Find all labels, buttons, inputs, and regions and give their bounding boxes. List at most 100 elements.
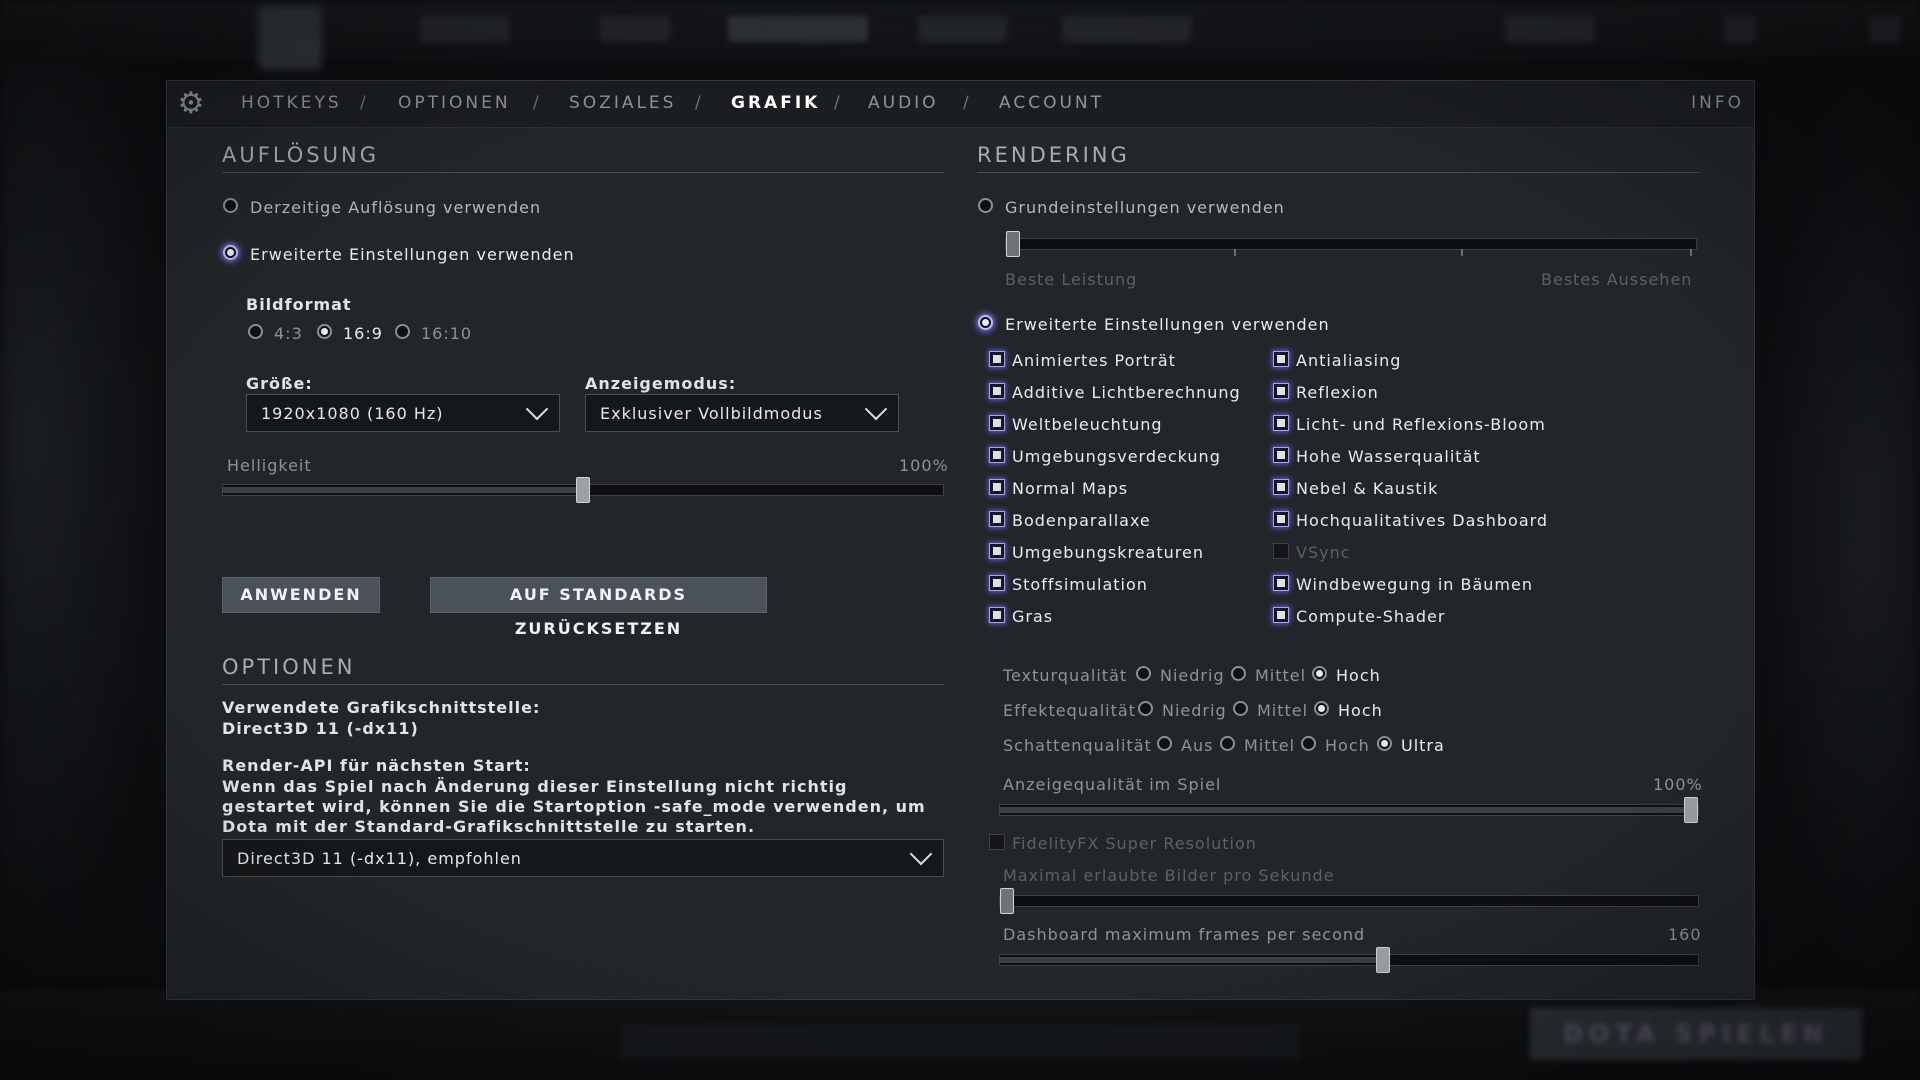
shadow-off-radio[interactable] [1157,736,1172,751]
use-basic-rendering-radio[interactable] [978,198,993,213]
aspect-16-10-radio[interactable] [395,324,410,339]
render-option-label: Weltbeleuchtung [1012,415,1163,434]
render-option-checkbox[interactable] [1273,511,1289,527]
use-current-resolution-radio[interactable] [223,198,238,213]
render-option-checkbox[interactable] [1273,479,1289,495]
max-fps-slider[interactable] [999,888,1699,914]
apply-button[interactable]: ANWENDEN [222,577,380,613]
size-label: Größe: [246,374,313,393]
dashboard-fps-slider-knob[interactable] [1376,947,1391,973]
render-option-label: Bodenparallaxe [1012,511,1151,530]
effect-medium-radio[interactable] [1233,701,1248,716]
effect-quality-label: Effektequalität [1003,701,1136,720]
reset-defaults-button[interactable]: AUF STANDARDS ZURÜCKSETZEN [430,577,767,638]
use-advanced-rendering-radio[interactable] [978,315,993,330]
tab-graphics[interactable]: GRAFIK [731,93,820,113]
tab-options[interactable]: OPTIONEN [398,93,511,113]
render-option-label: Antialiasing [1296,351,1402,370]
effect-high-label: Hoch [1338,701,1383,720]
render-option-checkbox[interactable] [989,479,1005,495]
render-option-checkbox[interactable] [1273,575,1289,591]
render-option-checkbox[interactable] [1273,383,1289,399]
dota-logo [258,6,322,70]
settings-panel: ⚙ HOTKEYS / OPTIONEN / SOZIALES / GRAFIK… [166,80,1755,1000]
render-option-checkbox[interactable] [1273,351,1289,367]
performance-preset-knob[interactable] [1006,231,1020,257]
max-fps-slider-knob[interactable] [1000,888,1014,914]
render-option-checkbox[interactable] [1273,607,1289,623]
use-advanced-resolution-label: Erweiterte Einstellungen verwenden [250,245,575,264]
texture-high-label: Hoch [1336,666,1381,685]
render-option-label: Hochqualitatives Dashboard [1296,511,1549,530]
chat-bar [620,1024,1300,1058]
effect-low-radio[interactable] [1138,701,1153,716]
texture-low-label: Niedrig [1160,666,1225,685]
render-option-checkbox[interactable] [989,415,1005,431]
size-value: 1920x1080 (160 Hz) [261,404,444,423]
use-advanced-rendering-label: Erweiterte Einstellungen verwenden [1005,315,1330,334]
texture-medium-radio[interactable] [1231,666,1246,681]
background-right [1755,60,1920,990]
render-quality-label: Anzeigequalität im Spiel [1003,775,1222,794]
display-mode-dropdown[interactable]: Exklusiver Vollbildmodus [585,394,899,432]
chevron-down-icon [525,397,549,421]
render-option-checkbox[interactable] [989,543,1005,559]
tab-account[interactable]: ACCOUNT [999,93,1104,113]
tab-social[interactable]: SOZIALES [569,93,676,113]
use-advanced-resolution-radio[interactable] [223,245,238,260]
render-quality-slider[interactable] [999,797,1699,823]
render-option-checkbox[interactable] [989,447,1005,463]
divider [977,172,1699,173]
render-quality-slider-knob[interactable] [1684,797,1698,823]
slider-tick [1461,249,1463,256]
dashboard-fps-slider[interactable] [999,947,1699,973]
tab-info[interactable]: INFO [1691,93,1744,113]
render-option-label: Hohe Wasserqualität [1296,447,1481,466]
render-option-checkbox[interactable] [1273,415,1289,431]
texture-low-radio[interactable] [1136,666,1151,681]
texture-quality-label: Texturqualität [1003,666,1128,685]
background-left [0,60,166,990]
render-option-label: Umgebungskreaturen [1012,543,1204,562]
texture-high-radio[interactable] [1312,666,1327,681]
shadow-high-radio[interactable] [1301,736,1316,751]
render-api-value: Direct3D 11 (-dx11), empfohlen [237,849,522,868]
resolution-title: AUFLÖSUNG [222,143,379,167]
aspect-4-3-label: 4:3 [274,324,303,343]
dashboard-fps-slider-fill [1000,957,1384,963]
effect-high-radio[interactable] [1314,701,1329,716]
render-option-checkbox[interactable] [989,511,1005,527]
performance-preset-slider[interactable] [1005,231,1697,257]
dashboard-fps-label: Dashboard maximum frames per second [1003,925,1366,944]
tab-audio[interactable]: AUDIO [868,93,939,113]
fsr-checkbox[interactable] [989,834,1005,850]
display-mode-value: Exklusiver Vollbildmodus [600,404,823,423]
play-dota-button[interactable]: DOTA SPIELEN [1530,1008,1862,1060]
best-looking-label: Bestes Aussehen [1541,270,1693,289]
render-option-checkbox[interactable] [1273,543,1289,559]
aspect-16-9-radio[interactable] [317,324,332,339]
size-dropdown[interactable]: 1920x1080 (160 Hz) [246,394,560,432]
brightness-slider[interactable] [222,477,944,503]
rendering-title: RENDERING [977,143,1130,167]
shadow-medium-radio[interactable] [1220,736,1235,751]
brightness-slider-knob[interactable] [576,477,590,503]
slider-tick [1690,249,1692,256]
effect-low-label: Niedrig [1162,701,1227,720]
render-option-checkbox[interactable] [1273,447,1289,463]
render-option-label: Umgebungsverdeckung [1012,447,1221,466]
chevron-down-icon [909,842,933,866]
brightness-label: Helligkeit [227,456,312,475]
render-option-checkbox[interactable] [989,351,1005,367]
gear-icon[interactable]: ⚙ [175,88,207,120]
tab-hotkeys[interactable]: HOTKEYS [241,93,342,113]
aspect-ratio-label: Bildformat [246,295,352,314]
render-option-checkbox[interactable] [989,575,1005,591]
aspect-4-3-radio[interactable] [248,324,263,339]
render-api-dropdown[interactable]: Direct3D 11 (-dx11), empfohlen [222,839,944,877]
render-option-checkbox[interactable] [989,383,1005,399]
max-fps-label: Maximal erlaubte Bilder pro Sekunde [1003,866,1335,885]
use-basic-rendering-label: Grundeinstellungen verwenden [1005,198,1285,217]
render-option-checkbox[interactable] [989,607,1005,623]
shadow-ultra-radio[interactable] [1377,736,1392,751]
